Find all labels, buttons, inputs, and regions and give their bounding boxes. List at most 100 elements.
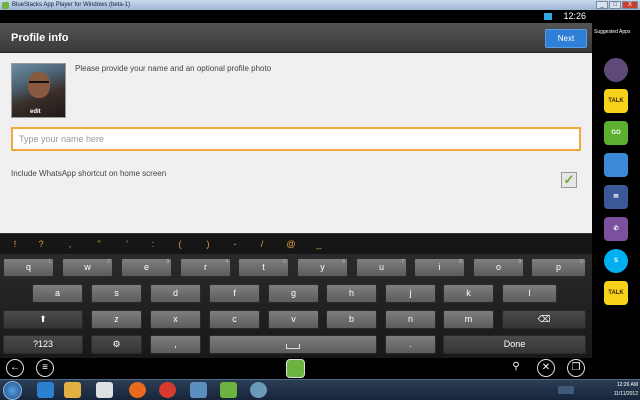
contacts-app-icon[interactable] xyxy=(604,153,628,177)
kakaotalk-icon-2[interactable]: TALK xyxy=(604,281,628,305)
firefox-icon[interactable] xyxy=(129,382,146,398)
key-n[interactable]: n xyxy=(385,310,436,329)
backspace-key[interactable]: ⌫ xyxy=(502,310,586,329)
photo-edit-label: edit xyxy=(30,109,41,115)
key-v[interactable]: v xyxy=(268,310,319,329)
key-y[interactable]: y6 xyxy=(297,258,348,277)
key-h[interactable]: h xyxy=(326,284,377,303)
key-q[interactable]: q1 xyxy=(3,258,54,277)
suggested-apps-title: Suggested Apps xyxy=(594,29,631,35)
settings-key[interactable]: ⚙ xyxy=(91,335,142,354)
taskbar-clock[interactable]: 12:26 AM 11/11/2012 xyxy=(614,380,638,399)
key-t[interactable]: t5 xyxy=(238,258,289,277)
viber-icon[interactable]: ✆ xyxy=(604,217,628,241)
bluestacks-home-icon[interactable] xyxy=(286,359,305,378)
misc-app-icon[interactable] xyxy=(250,382,267,398)
key-l[interactable]: l xyxy=(502,284,557,303)
minimize-button[interactable]: _ xyxy=(596,1,608,9)
start-button[interactable] xyxy=(3,381,22,400)
window-icon: ❐ xyxy=(571,362,581,373)
key-k[interactable]: k xyxy=(443,284,494,303)
symbol-key[interactable]: _ xyxy=(311,234,327,254)
status-bar: 12:26 xyxy=(0,10,592,23)
shortcut-checkbox[interactable]: ✓ xyxy=(561,172,577,188)
key-g[interactable]: g xyxy=(268,284,319,303)
menu-icon: ≡ xyxy=(42,362,48,373)
window-title-bar: BlueStacks App Player for Windows (beta-… xyxy=(0,0,640,10)
soft-keyboard: q1 w2 e3 r4 t5 y6 u7 i8 o9 p0 a s d f g … xyxy=(0,254,592,358)
profile-prompt: Please provide your name and an optional… xyxy=(75,64,272,73)
kakaotalk-icon[interactable]: TALK xyxy=(604,89,628,113)
key-c[interactable]: c xyxy=(209,310,260,329)
key-r[interactable]: r4 xyxy=(180,258,231,277)
symbol-key[interactable]: @ xyxy=(283,234,299,254)
shift-icon: ⬆ xyxy=(39,314,47,324)
internet-explorer-icon[interactable] xyxy=(37,382,54,398)
symbol-key[interactable]: ( xyxy=(172,234,188,254)
key-z[interactable]: z xyxy=(91,310,142,329)
swirl-app-icon[interactable] xyxy=(604,58,628,82)
status-clock: 12:26 xyxy=(563,11,586,21)
taskbar-time: 12:26 AM xyxy=(616,382,638,388)
window-app-icon[interactable] xyxy=(190,382,207,398)
window-mode-button[interactable]: ❐ xyxy=(567,359,585,377)
suggested-apps-panel: Suggested Apps TALK GO ✉ ✆ S TALK xyxy=(592,10,640,379)
system-tray-icons xyxy=(558,386,574,394)
share-button[interactable]: ⚲ xyxy=(507,359,525,377)
close-button[interactable]: X xyxy=(622,1,638,9)
window-title: BlueStacks App Player for Windows (beta-… xyxy=(12,2,131,8)
symbol-key[interactable]: : xyxy=(145,234,161,254)
media-player-icon[interactable] xyxy=(96,382,113,398)
profile-form: edit Please provide your name and an opt… xyxy=(0,53,592,233)
symbol-key[interactable]: , xyxy=(62,234,78,254)
key-x[interactable]: x xyxy=(150,310,201,329)
settings-button[interactable]: ✕ xyxy=(537,359,555,377)
symbol-key[interactable]: / xyxy=(254,234,270,254)
key-s[interactable]: s xyxy=(91,284,142,303)
key-j[interactable]: j xyxy=(385,284,436,303)
explorer-folder-icon[interactable] xyxy=(64,382,81,398)
symbol-key[interactable]: ? xyxy=(33,234,49,254)
maximize-button[interactable]: □ xyxy=(609,1,621,9)
symbol-suggestion-bar: ! ? , " ' : ( ) - / @ _ xyxy=(0,233,592,254)
shift-key[interactable]: ⬆ xyxy=(3,310,83,329)
key-w[interactable]: w2 xyxy=(62,258,113,277)
key-i[interactable]: i8 xyxy=(414,258,465,277)
windows-taskbar: 12:26 AM 11/11/2012 xyxy=(0,379,640,400)
key-a[interactable]: a xyxy=(32,284,83,303)
wrench-icon: ✕ xyxy=(541,362,551,373)
shortcut-label: Include WhatsApp shortcut on home screen xyxy=(11,169,167,178)
menu-button[interactable]: ≡ xyxy=(36,359,54,377)
comma-key[interactable]: , xyxy=(150,335,201,354)
bluestacks-taskbar-icon[interactable] xyxy=(220,382,237,398)
symbol-key[interactable]: " xyxy=(91,234,107,254)
key-u[interactable]: u7 xyxy=(356,258,407,277)
key-e[interactable]: e3 xyxy=(121,258,172,277)
symbol-key[interactable]: ' xyxy=(119,234,135,254)
back-button[interactable]: ← xyxy=(6,359,24,377)
key-p[interactable]: p0 xyxy=(531,258,586,277)
glasses-shape xyxy=(29,81,49,86)
key-d[interactable]: d xyxy=(150,284,201,303)
key-o[interactable]: o9 xyxy=(473,258,524,277)
navigation-bar: ← ≡ ⚲ ✕ ❐ xyxy=(0,358,592,379)
space-key[interactable] xyxy=(209,335,377,354)
period-key[interactable]: . xyxy=(385,335,436,354)
symbol-key[interactable]: ) xyxy=(200,234,216,254)
skype-icon[interactable]: S xyxy=(604,249,628,273)
next-button[interactable]: Next xyxy=(545,29,587,48)
profile-photo[interactable]: edit xyxy=(11,63,66,118)
key-f[interactable]: f xyxy=(209,284,260,303)
symbols-key[interactable]: ?123 xyxy=(3,335,83,354)
chrome-icon[interactable] xyxy=(159,382,176,398)
done-key[interactable]: Done xyxy=(443,335,586,354)
key-b[interactable]: b xyxy=(326,310,377,329)
taskbar-date: 11/11/2012 xyxy=(613,391,638,397)
app-header: Profile info Next xyxy=(0,23,592,53)
key-m[interactable]: m xyxy=(443,310,494,329)
name-input[interactable]: Type your name here xyxy=(11,127,581,151)
symbol-key[interactable]: - xyxy=(227,234,243,254)
go-sms-icon[interactable]: GO xyxy=(604,121,628,145)
symbol-key[interactable]: ! xyxy=(7,234,23,254)
messenger-icon[interactable]: ✉ xyxy=(604,185,628,209)
